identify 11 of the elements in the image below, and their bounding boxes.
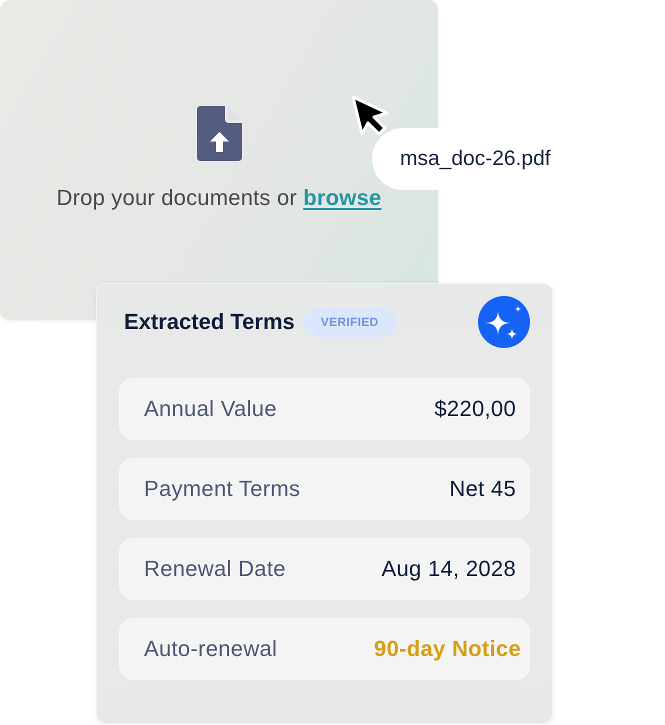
sparkle-button[interactable] (478, 296, 530, 348)
verified-badge: VERIFIED (302, 308, 397, 336)
term-label: Auto-renewal (144, 636, 278, 662)
term-value: 90-day Notice (374, 636, 521, 662)
file-upload-icon (196, 106, 242, 160)
term-value: Net 45 (449, 476, 516, 502)
term-label: Renewal Date (144, 556, 286, 582)
term-value: Aug 14, 2028 (382, 556, 516, 582)
term-label: Annual Value (144, 396, 277, 422)
term-label: Payment Terms (144, 476, 300, 502)
term-value: $220,00 (434, 396, 516, 422)
